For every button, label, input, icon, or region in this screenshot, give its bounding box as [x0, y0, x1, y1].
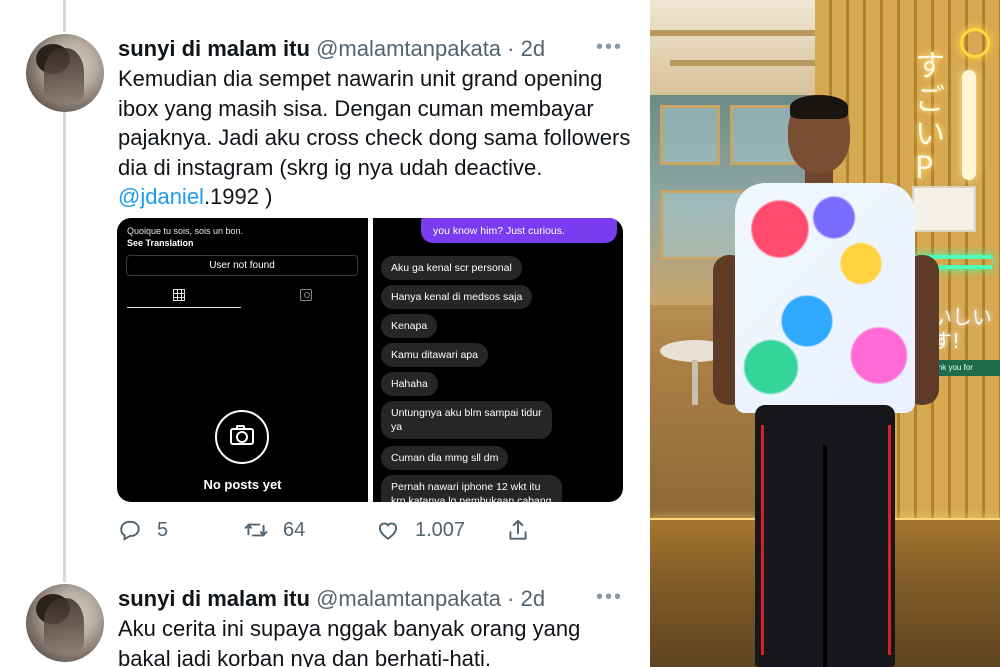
neon-bar	[962, 70, 976, 180]
person	[705, 95, 939, 667]
no-posts-label: No posts yet	[203, 477, 282, 492]
like-button[interactable]: 1.007	[375, 514, 465, 546]
share-button[interactable]	[505, 514, 545, 546]
chat-bubble-incoming: Kamu ditawari apa	[381, 343, 488, 367]
display-name[interactable]: sunyi di malam itu	[118, 36, 310, 61]
tab-underline	[127, 307, 241, 308]
chat-bubble-incoming: Hahaha	[381, 372, 438, 396]
chat-bubble-outgoing: you know him? Just curious.	[421, 218, 617, 243]
table-leg	[692, 360, 698, 405]
more-options-icon[interactable]: •••	[596, 586, 623, 609]
user-handle[interactable]: @malamtanpakata	[316, 586, 501, 611]
chat-bubble-incoming: Cuman dia mmg sll dm	[381, 446, 509, 470]
chat-bubble-incoming: Kenapa	[381, 314, 438, 338]
reply-count: 5	[157, 518, 169, 541]
tweet-text: Kemudian dia sempet nawarin unit grand o…	[118, 64, 638, 212]
camera-icon	[215, 410, 269, 464]
see-translation-link: See Translation	[127, 238, 194, 248]
tweet-media[interactable]: Quoique tu sois, sois un bon. See Transl…	[117, 218, 623, 502]
chat-bubble-incoming: Untungnya aku blm sampai tidur ya	[381, 401, 552, 439]
photo: すごいP おいしい です! Thank you for	[650, 0, 1000, 667]
retweet-count: 64	[283, 518, 306, 541]
share-icon	[509, 519, 527, 540]
tweet-action-bar: 5 64 1.007	[117, 514, 637, 546]
tweet-header: sunyi di malam itu @malamtanpakata · 2d	[118, 586, 545, 612]
more-options-icon[interactable]: •••	[596, 36, 623, 59]
avatar[interactable]	[26, 584, 104, 662]
tagged-icon	[300, 289, 312, 301]
chat-bubble-incoming: Aku ga kenal scr personal	[381, 256, 522, 280]
chat-bubble-text: you know him? Just curious.	[433, 225, 565, 237]
separator-dot: ·	[507, 586, 515, 611]
chat-bubble-incoming: Hanya kenal di medsos saja	[381, 285, 533, 309]
chat-screenshot[interactable]: you know him? Just curious. Aku ga kenal…	[373, 218, 623, 502]
reply-icon	[120, 520, 140, 541]
track-pants	[755, 405, 895, 667]
tweet-header: sunyi di malam itu @malamtanpakata · 2d	[118, 36, 545, 62]
tweet-text-main: Kemudian dia sempet nawarin unit grand o…	[118, 66, 631, 180]
tweet-timestamp[interactable]: 2d	[521, 586, 545, 611]
tweet-timestamp[interactable]: 2d	[521, 36, 545, 61]
tweet-thread: sunyi di malam itu @malamtanpakata · 2d …	[0, 0, 650, 667]
display-name[interactable]: sunyi di malam itu	[118, 586, 310, 611]
pants-stripe	[761, 425, 764, 655]
hair	[790, 95, 848, 119]
thread-connector-top	[63, 0, 66, 32]
pants-stripe	[888, 425, 891, 655]
retweet-button[interactable]: 64	[243, 514, 305, 546]
floral-shirt	[735, 183, 915, 413]
separator-dot: ·	[507, 36, 515, 61]
like-count: 1.007	[415, 518, 466, 541]
profile-bio: Quoique tu sois, sois un bon.	[127, 226, 244, 236]
avatar[interactable]	[26, 34, 104, 112]
instagram-screenshot[interactable]: Quoique tu sois, sois un bon. See Transl…	[117, 218, 368, 502]
thread-connector	[63, 112, 66, 582]
chat-bubble-incoming: Pernah nawari iphone 12 wkt itu krn kata…	[381, 475, 562, 502]
mention-link[interactable]: @jdaniel	[118, 184, 204, 209]
user-not-found-button: User not found	[126, 255, 358, 276]
neon-flower-icon	[960, 28, 990, 58]
user-handle[interactable]: @malamtanpakata	[316, 36, 501, 61]
grid-icon	[173, 289, 185, 301]
tweet-text: Aku cerita ini supaya nggak banyak orang…	[118, 616, 581, 667]
tweet-text-tail: .1992 )	[203, 184, 273, 209]
heart-icon	[378, 522, 398, 540]
reply-button[interactable]: 5	[117, 514, 168, 546]
retweet-icon	[244, 523, 268, 537]
